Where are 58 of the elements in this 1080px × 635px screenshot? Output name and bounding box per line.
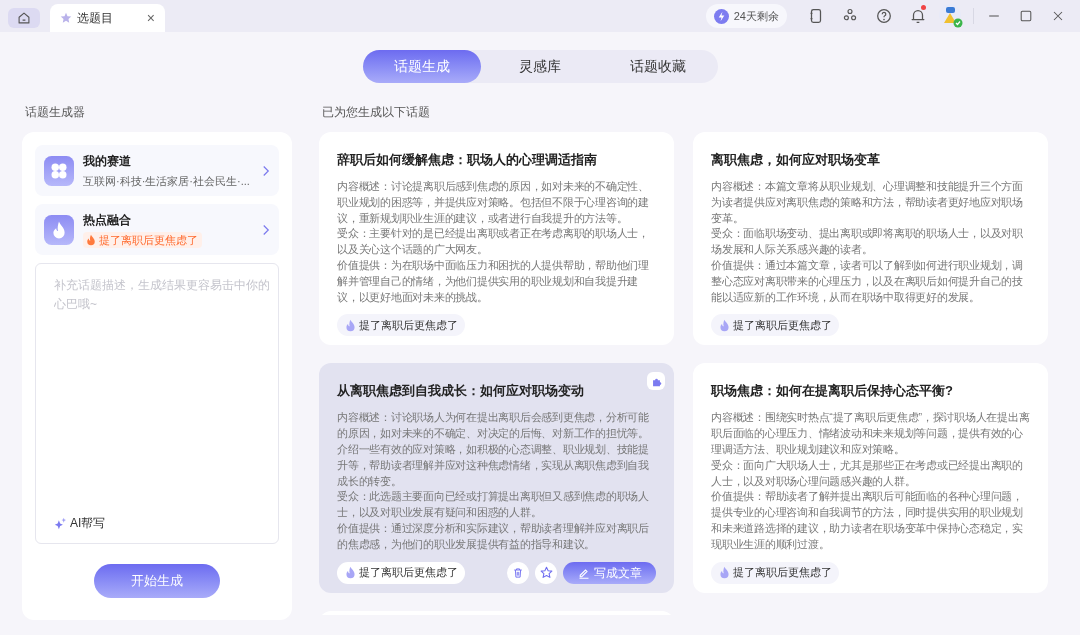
topic-tag[interactable]: 提了离职后更焦虑了	[337, 314, 465, 337]
card-title: 从离职焦虑到自我成长：如何应对职场变动	[337, 382, 585, 401]
card-paragraph: 内容概述：讨论职场人为何在提出离职后会感到更焦虑，分析可能的原因，如对未来的不确定、对决定的后悔、对新工作的担忧等。介绍一些有效的应对策略，如积极的心态调整、职业规划、技能提升等，帮助读者理解并应对这种焦虑情绪，实现从离职焦虑到自我成长的转变。	[337, 410, 650, 489]
flame-icon	[718, 318, 731, 332]
card-paragraph: 受众：面向广大职场人士，尤其是那些正在考虑或已经提出离职的人士，以及对职场心理问题感兴趣的人群。	[711, 457, 1024, 489]
topic-card[interactable]	[693, 132, 1048, 346]
section-heading: 已为您生成以下话题	[322, 104, 431, 120]
option-row[interactable]: 热点融合 提了离职后更焦虑了	[35, 204, 279, 255]
close-icon[interactable]: ×	[146, 11, 155, 25]
option-title: 我的赛道	[83, 152, 132, 170]
card-paragraph: 价值提供：为在职场中面临压力和困扰的人提供帮助，帮助他们理解并管理自己的情绪，为他们提供实用的职业规划和自我提升建议，以更好地面对未来的挑战。	[337, 258, 650, 305]
topic-tag[interactable]: 提了离职后更焦虑了	[337, 561, 465, 584]
card-paragraph: 内容概述：本篇文章将从职业规划、心理调整和技能提升三个方面为读者提供应对离职焦虑的策略和方法，帮助读者更好地应对职场变革。	[711, 179, 1024, 226]
card-title: 离职焦虑，如何应对职场变革	[711, 151, 881, 169]
grid-icon	[44, 155, 74, 186]
sparkle-icon	[54, 516, 67, 530]
document-tab[interactable]: 选题目 ×	[50, 4, 165, 32]
card-paragraph: 内容概述：讨论提离职后感到焦虑的原因，如对未来的不确定性、职业规划的困惑等，并提供应对策略。包括但不限于心理咨询的建议，重新规划职业生涯的建议，或者进行自我提升的方法等。	[337, 179, 650, 226]
pencil-icon	[577, 566, 590, 579]
home-button[interactable]	[8, 8, 40, 28]
option-subtitle: 互联网·科技·生活家居·社会民生·...	[83, 173, 251, 189]
card-title: 辞职后如何缓解焦虑：职场人的心理调适指南	[337, 151, 598, 169]
chevron-right-icon	[262, 223, 270, 236]
puzzle-icon[interactable]	[647, 372, 665, 391]
mode-tab[interactable]: 话题收藏	[598, 50, 717, 83]
mode-tab[interactable]: 灵感库	[480, 50, 599, 83]
card-title: 职场焦虑：如何在提离职后保持心态平衡?	[711, 382, 954, 401]
flame-icon	[44, 214, 74, 245]
tab-title: 选题目	[77, 10, 114, 27]
flame-icon	[344, 318, 357, 332]
bell-icon	[909, 7, 927, 25]
topic-card[interactable]	[693, 363, 1048, 593]
trial-badge[interactable]: 24天剩余	[705, 4, 787, 28]
ai-write-button[interactable]: AI帮写	[54, 514, 270, 532]
topic-tag[interactable]: 提了离职后更焦虑了	[711, 561, 839, 584]
home-icon	[17, 11, 31, 25]
card-paragraph: 受众：主要针对的是已经提出离职或者正在考虑离职的职场人士，以及关心这个话题的广大网友。	[337, 226, 650, 258]
topic-card[interactable]	[319, 363, 674, 593]
chevron-right-icon	[262, 164, 270, 177]
card-paragraph: 内容概述：围绕实时热点“提了离职后更焦虑”，探讨职场人在提出离职后面临的心理压力、情绪波动和未来规划等问题，提供有效的心理调适方法、职业规划建议和应对策略。	[711, 410, 1030, 457]
delete-icon[interactable]	[507, 561, 529, 584]
topic-tag[interactable]: 提了离职后更焦虑了	[711, 314, 839, 337]
trial-text: 24天剩余	[733, 8, 779, 24]
section-heading: 话题生成器	[25, 104, 86, 120]
card-paragraph: 价值提供：帮助读者了解并提出离职后可能面临的各种心理问题，提供专业的心理咨询和自我调节的方法，同时提供实用的职业规划和未来道路选择的建议，助力读者在职场变革中保持心态稳定，实现职业生涯的顺利过渡。	[711, 489, 1024, 552]
option-title: 热点融合	[83, 212, 132, 229]
flame-icon	[85, 234, 97, 246]
flame-icon	[344, 566, 357, 580]
option-row[interactable]: 我的赛道 互联网·科技·生活家居·社会民生·...	[35, 145, 279, 196]
lightning-icon	[713, 8, 729, 24]
card-paragraph: 受众：此选题主要面向已经或打算提出离职但又感到焦虑的职场人士，以及对职业发展有疑问和困惑的人群。	[337, 489, 650, 521]
flame-icon	[718, 566, 731, 580]
card-paragraph: 价值提供：通过本篇文章，读者可以了解到如何进行职业规划，调整心态应对离职带来的心理压力，以及在离职后如何提升自己的技能以适应新的工作环境，从而在职场中取得更好的发展。	[711, 258, 1024, 305]
card-paragraph: 价值提供：通过深度分析和实际建议，帮助读者理解并应对离职后的焦虑感，为他们的职业发展提供有益的指导和建议。	[337, 520, 650, 552]
hot-topic-tag: 提了离职后更焦虑了	[83, 232, 202, 248]
card-paragraph: 受众：面临职场变动、提出离职或即将离职的职场人士，以及对职场发展和人际关系感兴趣的读者。	[711, 226, 1024, 258]
topic-card[interactable]	[319, 132, 674, 346]
star-icon	[60, 12, 72, 24]
